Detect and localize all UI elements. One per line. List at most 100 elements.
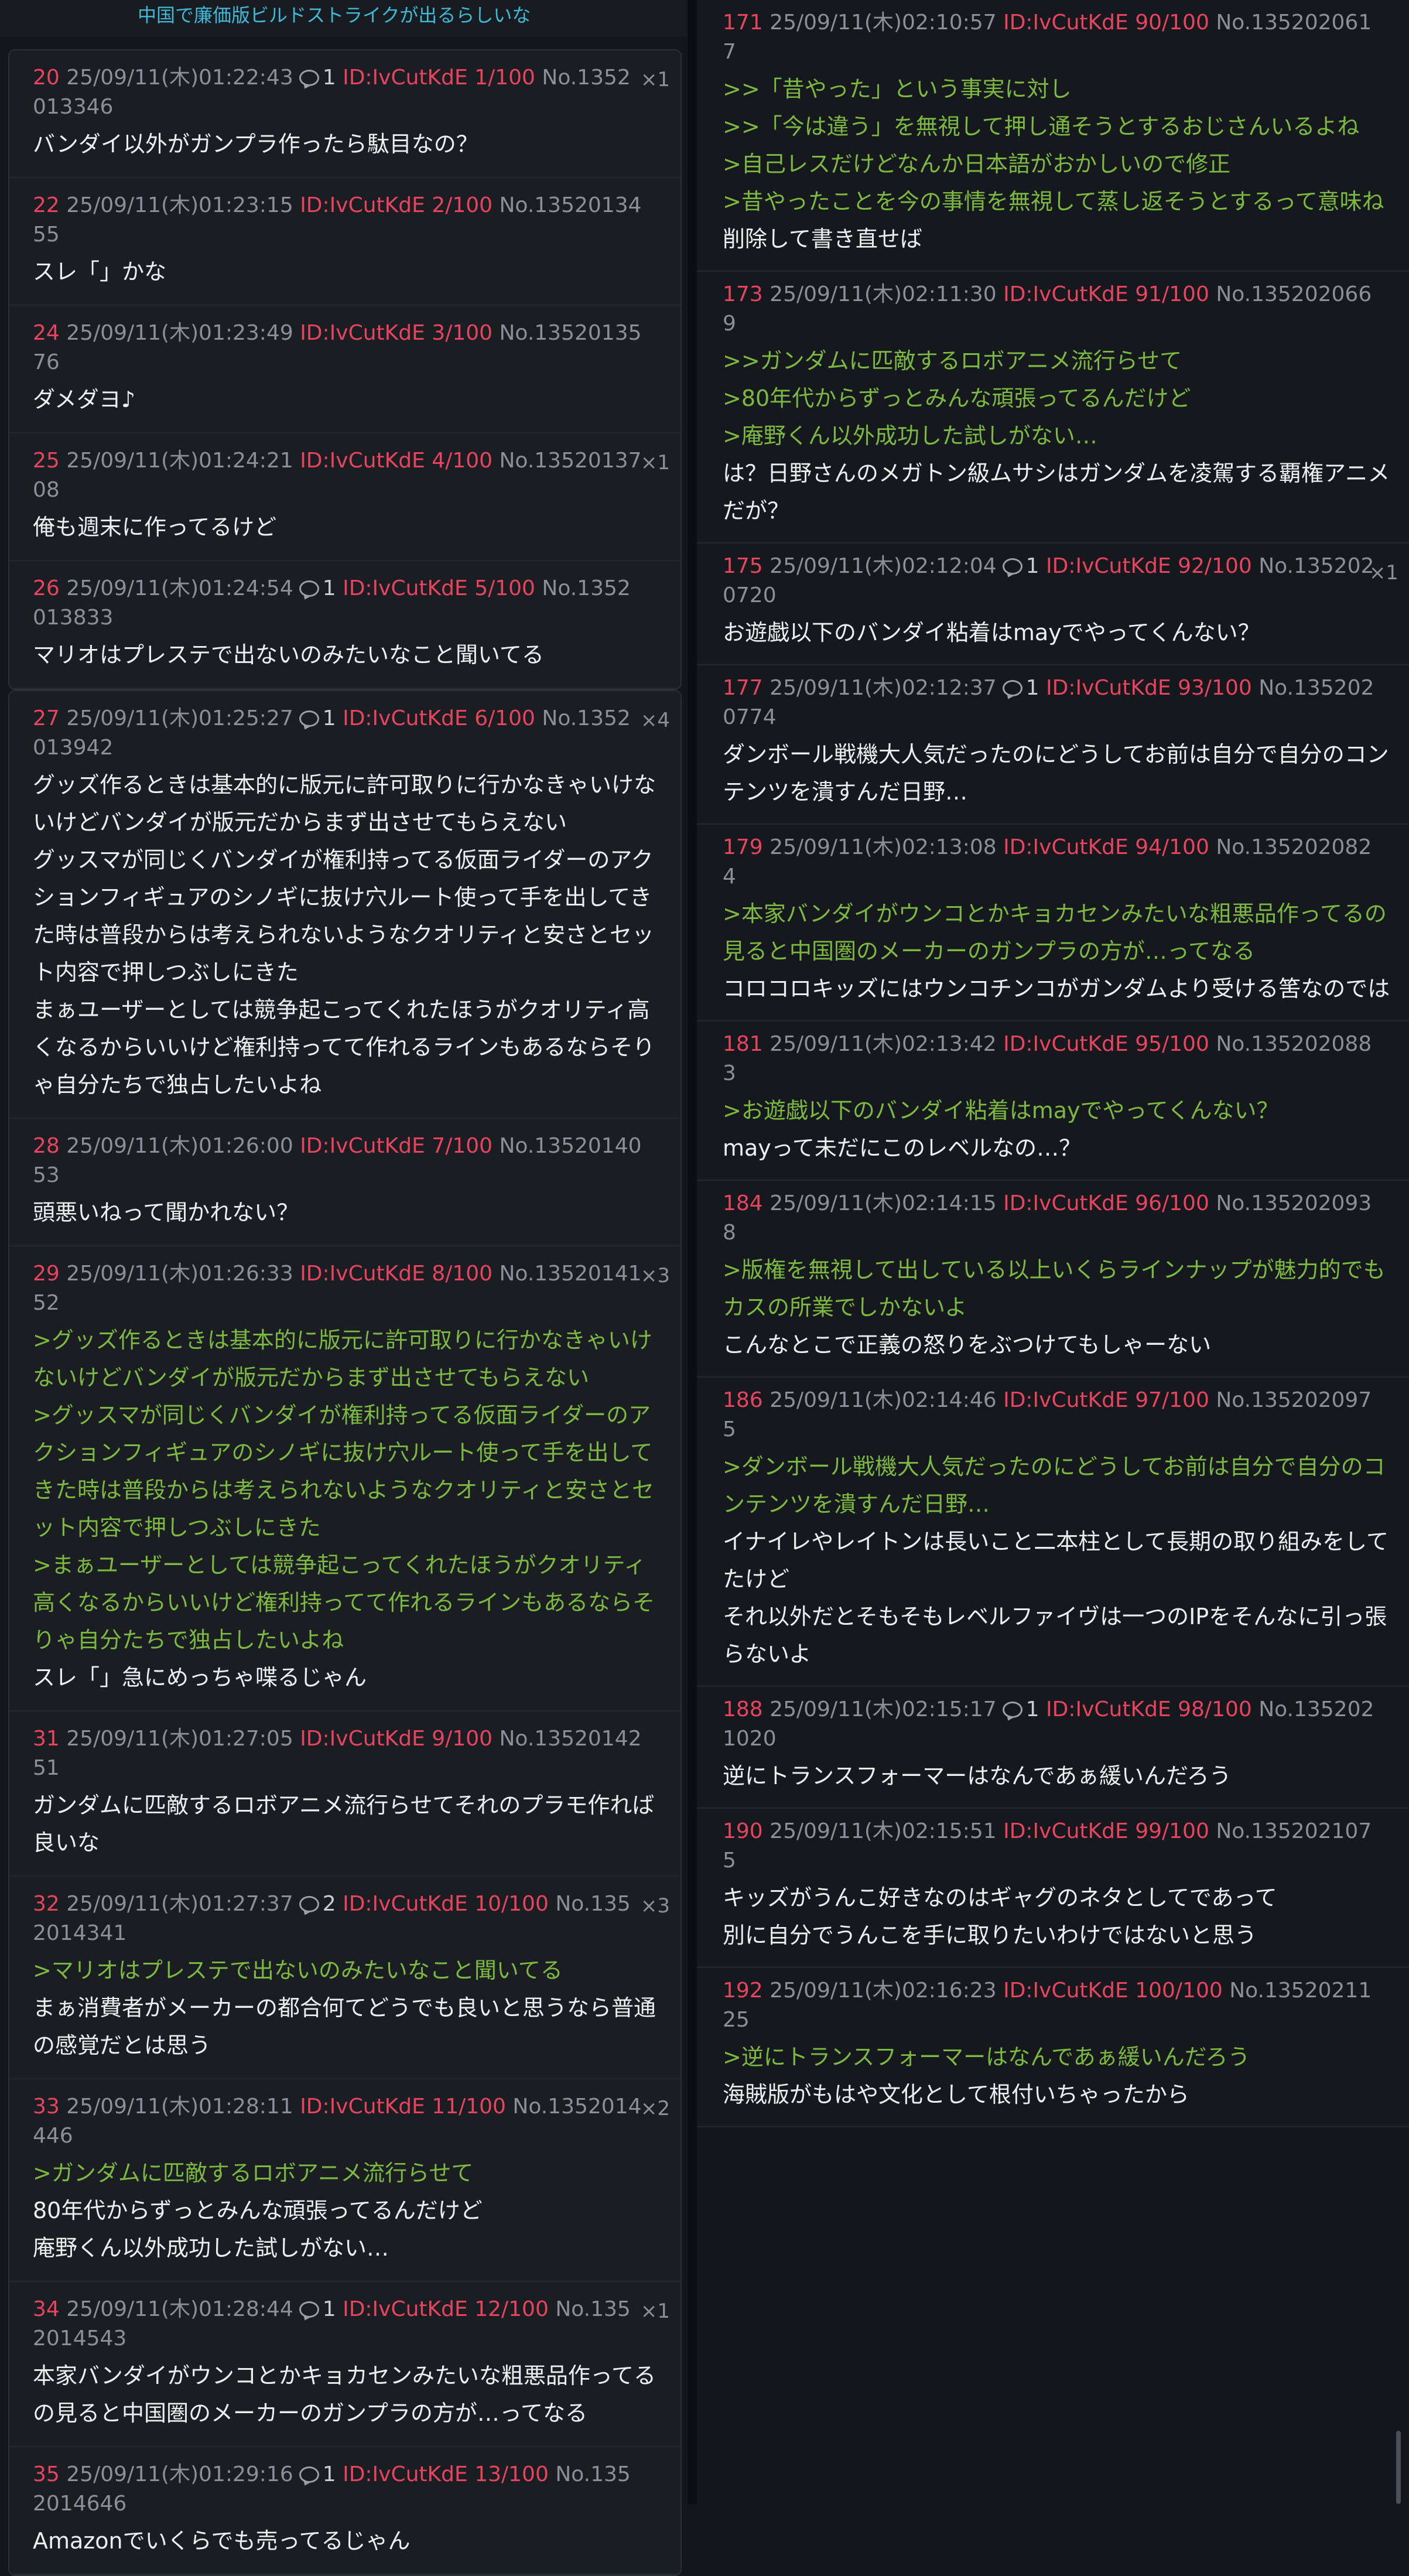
thread-title[interactable]: 中国で廉価版ビルドストライクが出るらしいな (138, 4, 531, 26)
post-id[interactable]: ID:IvCutKdE 8/100 (300, 1262, 493, 1286)
reply-count[interactable]: 1 (323, 2297, 336, 2321)
post-number[interactable]: 192 (723, 1979, 763, 2003)
reply-bubble-icon[interactable] (299, 710, 319, 727)
quote-line[interactable]: >まぁユーザーとしては競争起こってくれたほうがクオリティ高くなるからいいけど権利… (33, 1546, 657, 1659)
post-number[interactable]: 33 (33, 2095, 60, 2119)
post-id[interactable]: ID:IvCutKdE 7/100 (300, 1134, 493, 1158)
quote-line[interactable]: >>ガンダムに匹敵するロボアニメ流行らせて (723, 342, 1393, 380)
reply-bubble-icon[interactable] (299, 70, 319, 86)
post-id[interactable]: ID:IvCutKdE 6/100 (343, 706, 535, 730)
reply-bubble-icon[interactable] (1002, 1702, 1022, 1718)
post: 28 25/09/11(木)01:26:00 ID:IvCutKdE 7/100… (9, 1119, 680, 1246)
post-id[interactable]: ID:IvCutKdE 10/100 (343, 1892, 549, 1916)
quote-line[interactable]: >逆にトランスフォーマーはなんであぁ緩いんだろう (723, 2038, 1393, 2076)
quote-count-badge[interactable]: ×1 (641, 451, 670, 474)
quote-count-badge[interactable]: ×1 (1369, 561, 1398, 585)
quote-line[interactable]: >80年代からずっとみんな頑張ってるんだけど (723, 380, 1393, 417)
post-number[interactable]: 22 (33, 193, 60, 217)
text-line: ガンダムに匹敵するロボアニメ流行らせてそれのプラモ作れば良いな (33, 1792, 655, 1856)
post-number[interactable]: 188 (723, 1697, 763, 1721)
quote-line[interactable]: >>「今は違う」を無視して押し通そうとするおじさんいるよね (723, 108, 1393, 145)
post-id[interactable]: ID:IvCutKdE 91/100 (1003, 282, 1209, 306)
reply-bubble-icon[interactable] (299, 580, 319, 597)
quote-count-badge[interactable]: ×1 (641, 2300, 670, 2323)
post-number[interactable]: 28 (33, 1134, 60, 1158)
post-id[interactable]: ID:IvCutKdE 1/100 (343, 66, 535, 90)
post-id[interactable]: ID:IvCutKdE 9/100 (300, 1727, 493, 1751)
reply-bubble-icon[interactable] (299, 2466, 319, 2483)
reply-bubble-icon[interactable] (1002, 558, 1022, 575)
quote-line[interactable]: >庵野くん以外成功した試しがない… (723, 417, 1393, 455)
quote-line[interactable]: >グッスマが同じくバンダイが権利持ってる仮面ライダーのアクションフィギュアのシノ… (33, 1396, 657, 1546)
quote-line[interactable]: >ガンダムに匹敵するロボアニメ流行らせて (33, 2154, 657, 2192)
post-id[interactable]: ID:IvCutKdE 96/100 (1003, 1191, 1209, 1215)
post-number[interactable]: 26 (33, 576, 60, 600)
post-date: 25/09/11(木)01:25:27 (66, 706, 293, 730)
post-id[interactable]: ID:IvCutKdE 5/100 (343, 576, 535, 600)
post-date: 25/09/11(木)01:22:43 (66, 66, 293, 90)
quote-line[interactable]: >ダンボール戦機大人気だったのにどうしてお前は自分で自分のコンテンツを潰すんだ日… (723, 1448, 1393, 1523)
quote-line[interactable]: >版権を無視して出している以上いくらラインナップが魅力的でもカスの所業でしかない… (723, 1251, 1393, 1326)
post-number[interactable]: 34 (33, 2297, 60, 2321)
reply-count[interactable]: 1 (323, 66, 336, 90)
quote-line[interactable]: >お遊戯以下のバンダイ粘着はmayでやってくんない？ (723, 1092, 1393, 1129)
quote-line[interactable]: >昔やったことを今の事情を無視して蒸し返そうとするって意味ね (723, 183, 1393, 220)
reply-count[interactable]: 1 (323, 706, 336, 730)
post-number[interactable]: 25 (33, 449, 60, 473)
post-number[interactable]: 186 (723, 1388, 763, 1412)
post-number[interactable]: 184 (723, 1191, 763, 1215)
post-number[interactable]: 35 (33, 2462, 60, 2486)
quote-count-badge[interactable]: ×4 (641, 709, 670, 732)
post-number[interactable]: 175 (723, 554, 763, 578)
post-number[interactable]: 24 (33, 321, 60, 345)
post-number[interactable]: 179 (723, 835, 763, 859)
post-number[interactable]: 27 (33, 706, 60, 730)
quote-line[interactable]: >>「昔やった」という事実に対し (723, 70, 1393, 108)
post-id[interactable]: ID:IvCutKdE 97/100 (1003, 1388, 1209, 1412)
quote-line[interactable]: >グッズ作るときは基本的に版元に許可取りに行かなきゃいけないけどバンダイが版元だ… (33, 1321, 657, 1396)
post-id[interactable]: ID:IvCutKdE 99/100 (1003, 1819, 1209, 1843)
post-number[interactable]: 29 (33, 1262, 60, 1286)
reply-bubble-icon[interactable] (299, 1896, 319, 1912)
thread-title-bar[interactable]: 中国で廉価版ビルドストライクが出るらしいな (0, 0, 688, 36)
post-number[interactable]: 181 (723, 1032, 763, 1056)
post-id[interactable]: ID:IvCutKdE 4/100 (300, 449, 493, 473)
quote-count-badge[interactable]: ×3 (641, 1894, 670, 1918)
post-body: スレ「」かな (33, 253, 657, 291)
post-meta: 175 25/09/11(木)02:12:04 1 ID:IvCutKdE 92/… (723, 552, 1393, 610)
post-number[interactable]: 171 (723, 11, 763, 35)
post-id[interactable]: ID:IvCutKdE 12/100 (343, 2297, 549, 2321)
post-number[interactable]: 20 (33, 66, 60, 90)
quote-count-badge[interactable]: ×2 (641, 2097, 670, 2120)
post-id[interactable]: ID:IvCutKdE 95/100 (1003, 1032, 1209, 1056)
post-id[interactable]: ID:IvCutKdE 13/100 (343, 2462, 549, 2486)
post-number[interactable]: 32 (33, 1892, 60, 1916)
post-id[interactable]: ID:IvCutKdE 2/100 (300, 193, 493, 217)
post-id[interactable]: ID:IvCutKdE 92/100 (1046, 554, 1252, 578)
post-id[interactable]: ID:IvCutKdE 94/100 (1003, 835, 1209, 859)
reply-count[interactable]: 2 (323, 1892, 336, 1916)
post-number[interactable]: 173 (723, 282, 763, 306)
quote-line[interactable]: >自己レスだけどなんか日本語がおかしいので修正 (723, 145, 1393, 183)
post-id[interactable]: ID:IvCutKdE 11/100 (300, 2095, 506, 2119)
post-id[interactable]: ID:IvCutKdE 90/100 (1003, 11, 1209, 35)
post-number[interactable]: 190 (723, 1819, 763, 1843)
quote-line[interactable]: >本家バンダイがウンコとかキョカセンみたいな粗悪品作ってるの見ると中国圏のメーカ… (723, 895, 1393, 970)
reply-count[interactable]: 1 (1026, 1697, 1039, 1721)
reply-count[interactable]: 1 (1026, 676, 1039, 700)
post-id[interactable]: ID:IvCutKdE 3/100 (300, 321, 493, 345)
reply-bubble-icon[interactable] (1002, 680, 1022, 696)
post-id[interactable]: ID:IvCutKdE 98/100 (1046, 1697, 1252, 1721)
post-number[interactable]: 31 (33, 1727, 60, 1751)
reply-count[interactable]: 1 (323, 576, 336, 600)
reply-count[interactable]: 1 (1026, 554, 1039, 578)
scrollbar-thumb[interactable] (1396, 2431, 1401, 2504)
post-number[interactable]: 177 (723, 676, 763, 700)
post-id[interactable]: ID:IvCutKdE 100/100 (1003, 1979, 1223, 2003)
reply-count[interactable]: 1 (323, 2462, 336, 2486)
reply-bubble-icon[interactable] (299, 2301, 319, 2318)
quote-line[interactable]: >マリオはプレステで出ないのみたいなこと聞いてる (33, 1952, 657, 1989)
post-id[interactable]: ID:IvCutKdE 93/100 (1046, 676, 1252, 700)
quote-count-badge[interactable]: ×1 (641, 68, 670, 91)
quote-count-badge[interactable]: ×3 (641, 1264, 670, 1287)
